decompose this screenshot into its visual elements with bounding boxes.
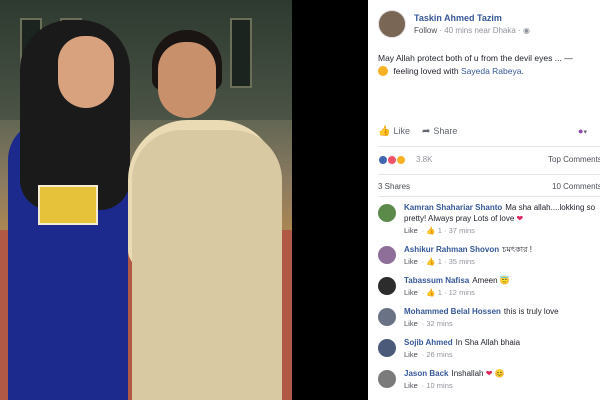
reaction-count: 3.8K <box>416 155 433 164</box>
comment: Jason Back Inshallah ❤ 😊 Like · 10 mins <box>378 368 600 391</box>
comment-like-button[interactable]: Like <box>404 257 418 266</box>
commenter-avatar[interactable] <box>378 370 396 388</box>
commenter-avatar[interactable] <box>378 204 396 222</box>
comment: Sojib Ahmed In Sha Allah bhaia Like · 26 m… <box>378 337 600 360</box>
feeling-emoji-icon <box>378 66 388 76</box>
person-right-dress <box>132 130 282 400</box>
commenter-avatar[interactable] <box>378 339 396 357</box>
comment: Ashikur Rahman Shovon চমৎকার ! Like · 👍 1 … <box>378 244 600 267</box>
comment-time[interactable]: 37 mins <box>449 226 475 235</box>
comment-like-button[interactable]: Like <box>404 350 418 359</box>
post-header: Taskin Ahmed Tazim Follow · 40 mins near… <box>378 10 600 40</box>
post-meta: Follow · 40 mins near Dhaka · ◉ <box>414 26 530 35</box>
comment-like-button[interactable]: Like <box>404 288 418 297</box>
haha-reaction-icon <box>396 155 406 165</box>
post-sidebar: Taskin Ahmed Tazim Follow · 40 mins near… <box>368 0 600 400</box>
commenter-avatar[interactable] <box>378 308 396 326</box>
yellow-book <box>38 185 98 225</box>
comment: Tabassum Nafisa Ameen 😇 Like · 👍 1 · 12 mi… <box>378 275 600 298</box>
person-right-face <box>158 42 216 118</box>
top-comments-selector[interactable]: Top Comments ▾ <box>548 155 600 164</box>
post-message: May Allah protect both of u from the dev… <box>378 53 573 63</box>
commenter-name[interactable]: Jason Back <box>404 369 448 378</box>
commenter-name[interactable]: Tabassum Nafisa <box>404 276 469 285</box>
shares-comments-row: 3 Shares 10 Comments <box>378 182 600 191</box>
author-name[interactable]: Taskin Ahmed Tazim <box>414 13 502 23</box>
divider <box>378 146 600 147</box>
comment-time[interactable]: 10 mins <box>426 381 452 390</box>
chevron-down-icon: ▾ <box>583 129 587 136</box>
feeling-label: feeling loved with <box>393 66 459 76</box>
comment-text: In Sha Allah bhaia <box>455 338 521 347</box>
commenter-name[interactable]: Sojib Ahmed <box>404 338 453 347</box>
comment-time[interactable]: 26 mins <box>426 350 452 359</box>
comment-time[interactable]: 32 mins <box>426 319 452 328</box>
post-text: May Allah protect both of u from the dev… <box>378 53 573 76</box>
comments-count[interactable]: 10 Comments <box>552 182 600 191</box>
author-avatar[interactable] <box>378 10 406 38</box>
comment-text: this is truly love <box>503 307 559 316</box>
post-photo[interactable] <box>0 0 292 400</box>
smile-emoji: 😇 <box>499 276 510 285</box>
heart-emoji: ❤ 😊 <box>485 369 505 378</box>
share-button[interactable]: ➦ Share <box>422 126 457 137</box>
commenter-avatar[interactable] <box>378 277 396 295</box>
commenter-avatar[interactable] <box>378 246 396 264</box>
tagged-person[interactable]: Sayeda Rabeya <box>461 66 522 76</box>
comment-like-button[interactable]: Like <box>404 381 418 390</box>
like-label: Like <box>393 126 410 136</box>
photo-viewer-background <box>292 0 368 400</box>
shares-count[interactable]: 3 Shares <box>378 182 410 191</box>
comment-like-icon: 👍 <box>426 226 436 235</box>
comment-like-icon: 👍 <box>426 257 436 266</box>
thumbs-up-icon: 👍 <box>378 126 391 137</box>
post-time-location[interactable]: 40 mins near Dhaka <box>444 26 516 35</box>
globe-icon: ◉ <box>522 26 530 35</box>
like-button[interactable]: 👍 Like <box>378 126 410 137</box>
comment-text: চমৎকার ! <box>502 245 532 254</box>
share-arrow-icon: ➦ <box>422 126 431 137</box>
commenter-name[interactable]: Kamran Shahariar Shanto <box>404 203 502 212</box>
commenter-name[interactable]: Mohammed Belal Hossen <box>404 307 501 316</box>
comment-time[interactable]: 35 mins <box>449 257 475 266</box>
heart-emoji: ❤ <box>516 214 524 223</box>
comment: Mohammed Belal Hossen this is truly love … <box>378 306 600 329</box>
comment: Kamran Shahariar Shanto Ma sha allah....l… <box>378 202 600 236</box>
commenter-name[interactable]: Ashikur Rahman Shovon <box>404 245 499 254</box>
divider <box>378 196 600 197</box>
comment-text: Inshallah <box>451 369 484 378</box>
comment-like-button[interactable]: Like <box>404 226 418 235</box>
comments-list: Kamran Shahariar Shanto Ma sha allah....l… <box>378 202 600 399</box>
comment-like-button[interactable]: Like <box>404 319 418 328</box>
divider <box>378 174 600 175</box>
person-left-face <box>58 36 114 108</box>
comment-text: Ameen <box>472 276 498 285</box>
follow-link[interactable]: Follow <box>414 26 437 35</box>
post-actions: 👍 Like ➦ Share ●▾ <box>378 126 600 142</box>
share-label: Share <box>433 126 458 136</box>
comment-like-icon: 👍 <box>426 288 436 297</box>
reactions-bar[interactable]: 3.8K Top Comments ▾ <box>378 154 600 168</box>
audience-selector[interactable]: ●▾ <box>578 126 587 136</box>
comment-time[interactable]: 12 mins <box>449 288 475 297</box>
